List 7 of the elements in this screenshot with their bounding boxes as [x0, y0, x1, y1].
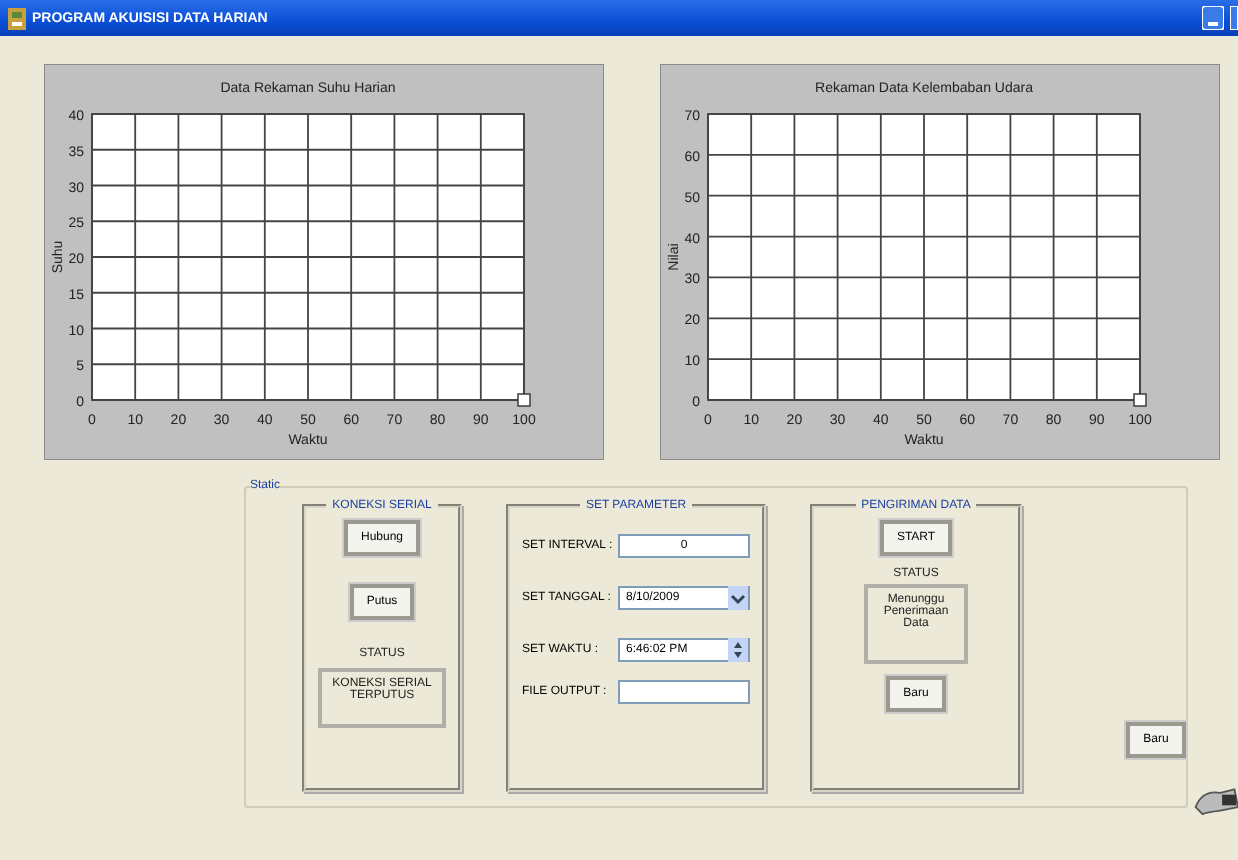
input-field[interactable] — [618, 680, 750, 704]
app-icon — [8, 7, 26, 29]
maximize-icon[interactable] — [1230, 6, 1238, 30]
handle-icon[interactable] — [1133, 393, 1147, 407]
spinner-arrows-icon[interactable] — [728, 638, 748, 662]
minimize-icon[interactable] — [1202, 6, 1224, 30]
handle-icon[interactable] — [517, 393, 531, 407]
